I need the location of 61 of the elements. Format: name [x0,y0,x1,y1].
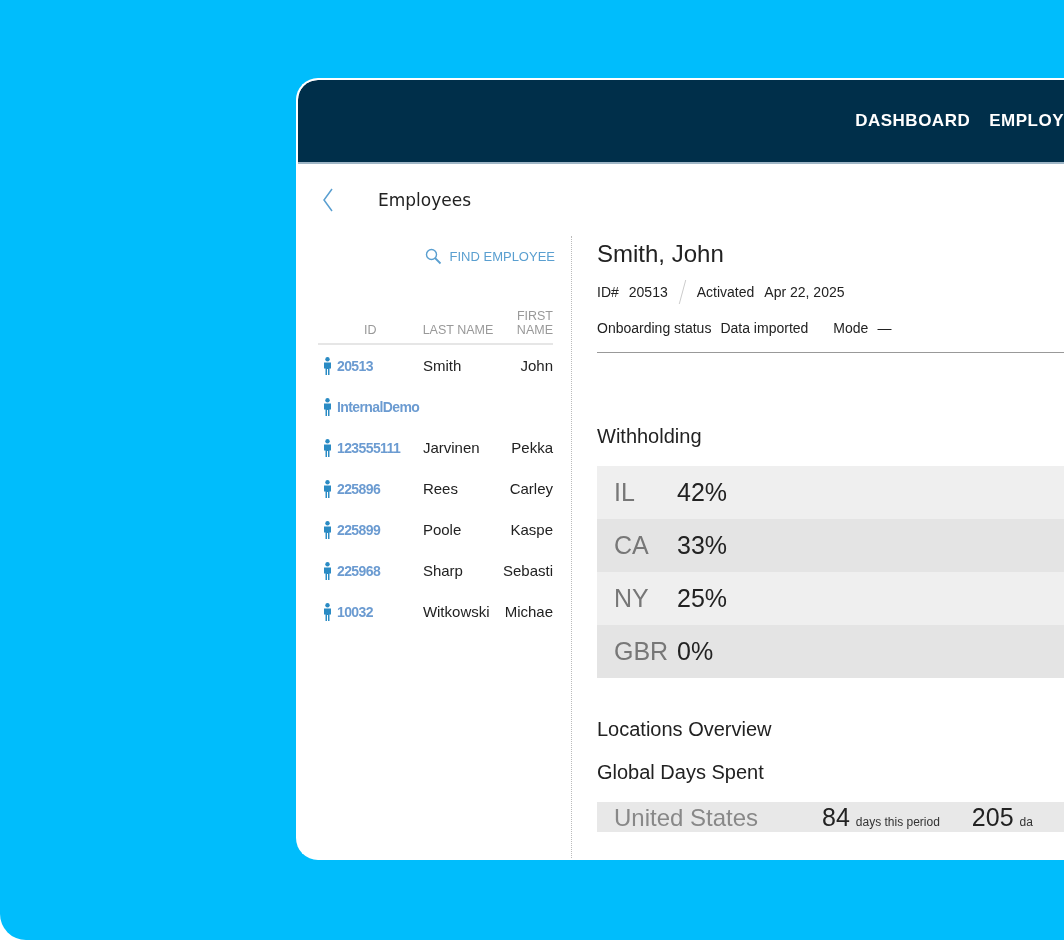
table-cell: Michae [504,603,553,620]
table-cell: Poole [422,521,462,538]
nav-link[interactable]: DASHBOARD [855,111,971,131]
table-cell: Kaspe [510,521,553,538]
back-chevron-icon[interactable] [322,188,334,212]
withholding-percent: 25% [677,584,728,613]
table-cell: Witkowski [422,603,490,620]
person-icon [323,438,332,457]
id-label: ID# [597,284,619,300]
person-icon [323,602,332,621]
employee-id-link[interactable]: 225896 [337,480,381,497]
person-icon [323,397,332,416]
employee-id-link[interactable]: 20513 [337,357,373,374]
employee-id-link[interactable]: 10032 [337,603,373,620]
table-cell: Rees [422,480,458,497]
withholding-percent: 33% [677,531,728,560]
table-cell: Sharp [422,562,463,579]
mode-label: Mode [833,320,869,336]
mode-value: — [877,320,892,336]
days-count: 84 [822,803,850,832]
table-cell: Smith [422,357,462,374]
withholding-percent: 42% [677,478,728,507]
employee-id: 20513 [628,284,668,300]
table-cell: Carley [509,480,553,497]
section-title: Withholding [597,425,703,448]
days-label: days this period [855,815,940,831]
column-header: ID [363,323,378,337]
region-code: NY [614,584,650,613]
table-cell: Pekka [511,439,553,456]
region-code: IL [614,478,636,507]
section-title: Locations Overview [597,718,773,741]
column-header: FIRST NAME [515,309,553,337]
days-label: da [1019,815,1033,831]
withholding-percent: 0% [677,637,714,666]
employee-id-link[interactable]: 123555111 [337,439,401,456]
search-icon [424,248,442,265]
column-header: LAST NAME [422,323,495,337]
region-code: CA [614,531,650,560]
days-total: 205 [971,803,1014,832]
status-text: Activated [696,284,755,300]
region-code: GBR [614,637,670,666]
table-cell: Jarvinen [422,439,480,456]
find-employee-label: FIND EMPLOYEE [449,249,555,264]
table-cell: John [520,357,553,374]
person-icon [323,561,332,580]
section-subtitle: Global Days Spent [597,761,765,784]
person-icon [323,356,332,375]
country-name: United States [614,804,760,832]
employee-name: Smith, John [597,240,725,268]
employee-id-link[interactable]: 225968 [337,562,381,579]
table-cell: Sebasti [502,562,553,579]
employee-id-link[interactable]: InternalDemo [337,398,420,415]
person-icon [323,520,332,539]
nav-link[interactable]: EMPLOY [989,111,1064,131]
employee-id-link[interactable]: 225899 [337,521,381,538]
onboarding-value: Data imported [720,320,809,336]
onboarding-label: Onboarding status [597,320,712,336]
page-title: Employees [378,190,472,210]
activation-date: Apr 22, 2025 [764,284,845,300]
find-employee-link[interactable]: FIND EMPLOYEE [318,248,555,265]
person-icon [323,479,332,498]
